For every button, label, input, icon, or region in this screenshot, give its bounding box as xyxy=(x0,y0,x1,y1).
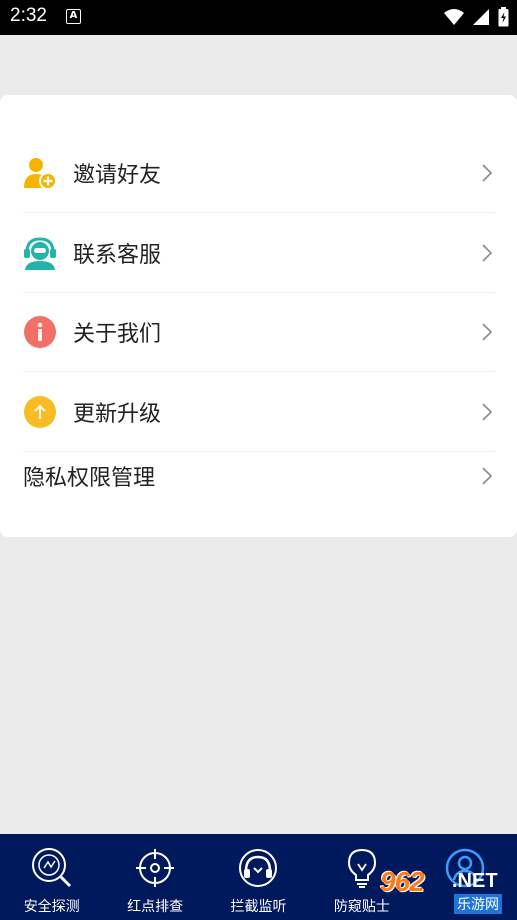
chevron-right-icon xyxy=(482,467,493,485)
watermark-brand: 962 xyxy=(380,866,425,897)
notification-a-icon: A xyxy=(66,9,81,24)
wifi-icon xyxy=(444,9,464,25)
menu-card: 邀请好友 联系客服 关于我们 更新升级 隐私权限管理 xyxy=(0,95,517,537)
target-icon xyxy=(136,849,175,887)
signal-icon xyxy=(473,9,489,25)
menu-item-invite-friends[interactable]: 邀请好友 xyxy=(23,133,495,213)
add-user-icon xyxy=(23,156,57,190)
watermark-sub: 乐游网 xyxy=(454,894,502,914)
watermark-logo: 962 .NET 乐游网 xyxy=(376,866,514,916)
menu-item-label: 联系客服 xyxy=(73,243,162,268)
tab-label: 安全探测 xyxy=(23,899,80,915)
chevron-right-icon xyxy=(482,164,493,182)
tab-red-dot-check[interactable]: 红点排查 xyxy=(103,834,206,920)
watermark-net: .NET xyxy=(452,870,498,892)
tab-intercept-monitor[interactable]: 拦截监听 xyxy=(207,834,310,920)
tab-label: 拦截监听 xyxy=(230,899,287,915)
menu-item-privacy-permissions[interactable]: 隐私权限管理 xyxy=(23,436,495,516)
customer-service-icon xyxy=(23,236,57,270)
upgrade-arrow-icon xyxy=(23,395,57,429)
menu-item-about-us[interactable]: 关于我们 xyxy=(23,292,495,372)
tab-security-detect[interactable]: 安全探测 xyxy=(0,834,103,920)
status-time: 2:32 xyxy=(10,5,47,26)
status-bar: 2:32 A xyxy=(0,0,517,35)
menu-item-label: 邀请好友 xyxy=(73,163,162,188)
chevron-right-icon xyxy=(482,403,493,421)
info-icon xyxy=(23,315,57,349)
menu-item-label: 更新升级 xyxy=(73,402,162,427)
detect-icon xyxy=(31,848,71,888)
status-icons xyxy=(444,7,509,27)
chevron-right-icon xyxy=(482,244,493,262)
menu-item-label: 隐私权限管理 xyxy=(23,466,156,491)
menu-item-label: 关于我们 xyxy=(73,322,162,347)
menu-item-contact-service[interactable]: 联系客服 xyxy=(23,213,495,293)
battery-icon xyxy=(498,7,509,27)
chevron-right-icon xyxy=(482,323,493,341)
intercept-icon xyxy=(239,849,278,887)
tab-label: 红点排查 xyxy=(127,899,184,915)
